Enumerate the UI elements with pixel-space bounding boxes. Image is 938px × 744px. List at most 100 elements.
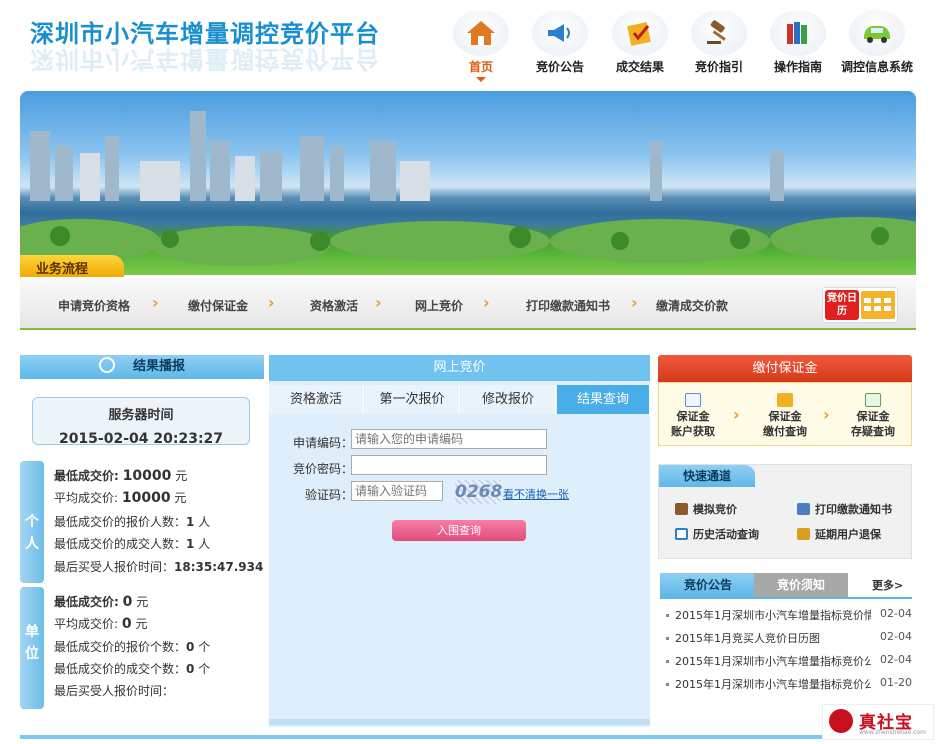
- news-date: 02-04: [880, 607, 912, 620]
- nav-home[interactable]: 首页: [442, 10, 520, 82]
- news-item[interactable]: 2015年1月深圳市小汽车增量指标竞价情 02-04: [666, 607, 912, 623]
- quick-mock-bid[interactable]: 模拟竞价: [675, 501, 737, 517]
- tab-first-bid[interactable]: 第一次报价: [365, 385, 460, 414]
- stat-unit: 元: [135, 617, 148, 631]
- tab-activate[interactable]: 资格激活: [269, 385, 364, 414]
- quick-extend-refund[interactable]: 延期用户退保: [797, 526, 881, 542]
- deposit-payment-query-link[interactable]: 保证金 缴付查询: [755, 393, 815, 439]
- bid-calendar-button[interactable]: 竞价日历: [822, 287, 898, 323]
- bid-calendar-label: 竞价日历: [825, 290, 859, 320]
- deposit-item-line2: 账户获取: [671, 425, 715, 438]
- gavel-icon: [675, 503, 688, 515]
- stat-label: 最后买受人报价时间：: [54, 560, 175, 574]
- nav-control-system-label: 调控信息系统: [840, 60, 913, 74]
- more-link[interactable]: 更多>: [872, 577, 903, 593]
- nav-control-system[interactable]: 调控信息系统: [838, 10, 916, 75]
- stat-value: 10000: [121, 490, 171, 506]
- captcha-input[interactable]: [351, 481, 443, 501]
- chevron-right-icon: ›: [823, 405, 830, 424]
- deposit-item-line1: 保证金: [676, 410, 710, 423]
- deposit-box: 保证金 账户获取 › 保证金 缴付查询 › 保证金 存疑查询: [658, 382, 912, 446]
- clock-icon: [98, 357, 115, 373]
- personal-winners: 最低成交价的成交人数：1 人: [54, 535, 210, 552]
- calendar-icon: [861, 291, 895, 319]
- personal-last-time: 最后买受人报价时间：18:35:47.934: [54, 558, 263, 575]
- shortlist-query-button[interactable]: 入围查询: [392, 520, 526, 541]
- news-item[interactable]: 2015年1月深圳市小汽车增量指标竞价公 02-04: [666, 653, 912, 669]
- quick-history-query[interactable]: 历史活动查询: [675, 526, 759, 542]
- nav-operation-guide[interactable]: 操作指南: [759, 10, 837, 75]
- quick-print-notice[interactable]: 打印缴款通知书: [797, 501, 892, 517]
- flow-step-deposit[interactable]: 缴付保证金: [188, 297, 248, 314]
- stat-value: 1: [186, 515, 195, 529]
- quick-item-label: 延期用户退保: [815, 528, 881, 541]
- stat-value: 0: [186, 640, 195, 654]
- deposit-item-line1: 保证金: [856, 410, 890, 423]
- quick-access-title: 快速通道: [659, 465, 755, 487]
- stat-label: 最后买受人报价时间：: [54, 684, 175, 698]
- nav-bid-announcement[interactable]: 竞价公告: [521, 10, 599, 75]
- apply-code-input[interactable]: [351, 429, 547, 449]
- flow-step-online-bid[interactable]: 网上竞价: [415, 297, 463, 314]
- tab-bid-announcements[interactable]: 竞价公告: [660, 573, 756, 597]
- news-date: 01-20: [880, 676, 912, 689]
- stat-label: 最低成交价的成交个数：: [54, 662, 187, 676]
- captcha-label: 验证码：: [305, 488, 354, 502]
- server-time-value: 2015-02-04 20:23:27: [58, 431, 224, 447]
- news-date: 02-04: [880, 653, 912, 666]
- personal-side-tab[interactable]: 个人: [20, 461, 44, 583]
- apply-code-label: 申请编码：: [293, 436, 354, 450]
- city-skyline-banner: [20, 91, 916, 275]
- footer-divider: [20, 735, 910, 739]
- company-side-tab[interactable]: 单位: [20, 587, 44, 709]
- nav-bid-guide[interactable]: 竞价指引: [680, 10, 758, 75]
- captcha-image[interactable]: 0268: [455, 480, 502, 504]
- flow-step-apply[interactable]: 申请竞价资格: [58, 297, 130, 314]
- deposit-item-line1: 保证金: [768, 410, 802, 423]
- news-item[interactable]: 2015年1月竞买人竞价日历图 02-04: [666, 630, 912, 646]
- tab-modify-bid[interactable]: 修改报价: [461, 385, 556, 414]
- stat-value: 0: [122, 594, 133, 610]
- flow-step-print-notice[interactable]: 打印缴款通知书: [526, 297, 610, 314]
- chevron-right-icon: ›: [483, 293, 490, 312]
- company-winners: 最低成交价的成交个数：0 个: [54, 660, 210, 677]
- refresh-captcha-link[interactable]: 看不清换一张: [503, 486, 569, 502]
- check-notepad-icon: [612, 10, 668, 56]
- stat-label: 平均成交价:: [54, 617, 119, 631]
- result-broadcast-header: 结果播报: [20, 355, 264, 379]
- calendar-icon: [675, 528, 688, 540]
- panel-footer-bar: [269, 719, 650, 725]
- deposit-doubt-query-link[interactable]: 保证金 存疑查询: [843, 393, 903, 439]
- stat-label: 最低成交价:: [54, 595, 119, 609]
- stat-unit: 人: [198, 537, 211, 551]
- green-car-icon: [849, 10, 905, 56]
- chevron-right-icon: ›: [631, 293, 638, 312]
- result-broadcast-title: 结果播报: [132, 359, 185, 374]
- business-flow-bar: 申请竞价资格 › 缴付保证金 › 资格激活 › 网上竞价 › 打印缴款通知书 ›…: [20, 278, 916, 330]
- watermark-logo: 真社宝 www.zhenshebao.com: [822, 704, 934, 740]
- quick-item-label: 打印缴款通知书: [815, 503, 892, 516]
- right-panel: 缴付保证金 保证金 账户获取 › 保证金 缴付查询 › 保证金 存疑查询 快速通道 模…: [658, 355, 912, 735]
- house-icon: [453, 10, 509, 56]
- coin-doc-icon: [777, 393, 793, 407]
- company-tab-label: 单位: [25, 624, 39, 662]
- site-title-reflection: 深圳市小汽车增量调控竞价平台: [30, 45, 380, 73]
- nav-operation-guide-label: 操作指南: [773, 60, 822, 74]
- stat-value: 10000: [122, 468, 172, 484]
- deposit-account-link[interactable]: 保证金 账户获取: [663, 393, 723, 439]
- nav-deal-results[interactable]: 成交结果: [601, 10, 679, 75]
- stat-label: 最低成交价的报价个数：: [54, 640, 187, 654]
- personal-bidders: 最低成交价的报价人数：1 人: [54, 513, 210, 530]
- nav-bid-announcement-label: 竞价公告: [535, 60, 584, 74]
- chevron-right-icon: ›: [152, 293, 159, 312]
- flow-step-pay-price[interactable]: 缴清成交价款: [656, 297, 728, 314]
- bullet-icon: [666, 614, 669, 617]
- search-doc-icon: [685, 393, 701, 407]
- books-icon: [770, 10, 826, 56]
- news-item[interactable]: 2015年1月深圳市小汽车增量指标竞价公 01-20: [666, 676, 912, 692]
- flow-step-activate[interactable]: 资格激活: [310, 297, 358, 314]
- bid-password-input[interactable]: [351, 455, 547, 475]
- tab-bid-notice[interactable]: 竞价须知: [754, 573, 848, 597]
- nav-deal-results-label: 成交结果: [615, 60, 664, 74]
- tab-result-query[interactable]: 结果查询: [557, 385, 650, 414]
